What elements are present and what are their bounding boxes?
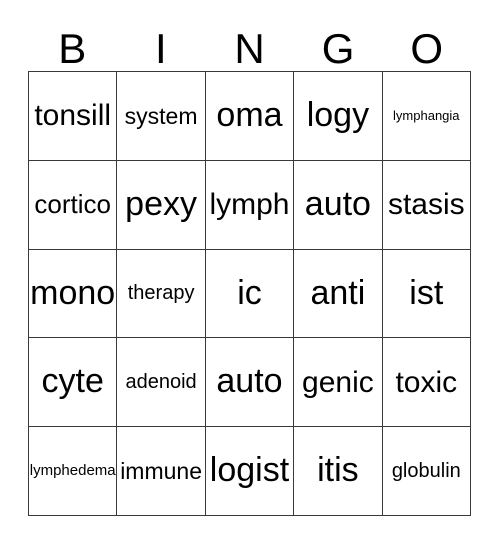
bingo-cell-label: immune <box>120 458 202 485</box>
bingo-cell[interactable]: itis <box>294 427 383 516</box>
bingo-cell-label: lymphangia <box>393 108 460 124</box>
bingo-cell[interactable]: immune <box>117 427 206 516</box>
header-letter-i: I <box>155 25 167 72</box>
header-letter-n: N <box>234 25 265 72</box>
bingo-cell-label: logy <box>306 96 370 135</box>
bingo-cell-label: cortico <box>34 189 111 220</box>
bingo-cell-label: cyte <box>41 362 104 401</box>
bingo-cell-label: genic <box>302 365 374 399</box>
bingo-cell-label: logist <box>209 451 290 490</box>
bingo-cell[interactable]: genic <box>294 338 383 428</box>
bingo-cell-label: stasis <box>387 187 465 221</box>
header-letter-b: B <box>58 25 87 72</box>
bingo-cell-label: itis <box>317 451 359 490</box>
bingo-cell-label: ist <box>409 273 444 312</box>
bingo-cell[interactable]: ist <box>382 249 471 339</box>
bingo-cell[interactable]: ic <box>205 249 295 339</box>
bingo-cell-label: toxic <box>395 365 458 399</box>
header-letter-o: O <box>410 25 443 72</box>
bingo-cell[interactable]: mono <box>29 249 118 339</box>
bingo-cell[interactable]: cyte <box>29 338 118 428</box>
bingo-cell[interactable]: system <box>117 72 206 161</box>
bingo-cell[interactable]: globulin <box>382 427 471 516</box>
bingo-card: B I N G O tonsill system oma logy lympha… <box>0 0 500 544</box>
bingo-cell[interactable]: lymph <box>205 160 295 250</box>
bingo-cell-label: system <box>124 102 198 129</box>
bingo-cell-label: auto <box>216 362 283 401</box>
bingo-cell[interactable]: tonsill <box>29 72 118 161</box>
bingo-cell[interactable]: auto <box>205 338 295 428</box>
bingo-cell-label: globulin <box>391 459 461 482</box>
bingo-cell[interactable]: logist <box>205 427 295 516</box>
bingo-cell-label: mono <box>30 273 116 312</box>
bingo-cell-label: therapy <box>127 281 195 304</box>
bingo-cell[interactable]: oma <box>205 72 295 161</box>
bingo-cell[interactable]: adenoid <box>117 338 206 428</box>
bingo-cell[interactable]: logy <box>294 72 383 161</box>
bingo-grid: tonsill system oma logy lymphangia corti… <box>28 71 471 516</box>
bingo-cell-label: auto <box>304 184 371 223</box>
bingo-cell-label: tonsill <box>34 99 112 133</box>
bingo-cell[interactable]: auto <box>294 160 383 250</box>
bingo-cell[interactable]: pexy <box>117 160 206 250</box>
header-letter-g: G <box>321 25 355 72</box>
bingo-cell-label: adenoid <box>125 370 197 393</box>
bingo-cell[interactable]: anti <box>294 249 383 339</box>
bingo-cell-label: anti <box>310 273 366 312</box>
bingo-cell-label: lymphedema <box>29 462 116 480</box>
bingo-header-row: B I N G O <box>28 20 471 71</box>
bingo-cell[interactable]: lymphangia <box>382 72 471 161</box>
bingo-cell[interactable]: toxic <box>382 338 471 428</box>
bingo-cell[interactable]: therapy <box>117 249 206 339</box>
bingo-cell[interactable]: stasis <box>382 160 471 250</box>
bingo-cell[interactable]: cortico <box>29 160 118 250</box>
bingo-cell[interactable]: lymphedema <box>29 427 118 516</box>
bingo-cell-label: oma <box>216 96 283 135</box>
bingo-cell-label: pexy <box>125 184 197 223</box>
bingo-cell-label: ic <box>237 273 262 312</box>
bingo-cell-label: lymph <box>209 187 290 221</box>
